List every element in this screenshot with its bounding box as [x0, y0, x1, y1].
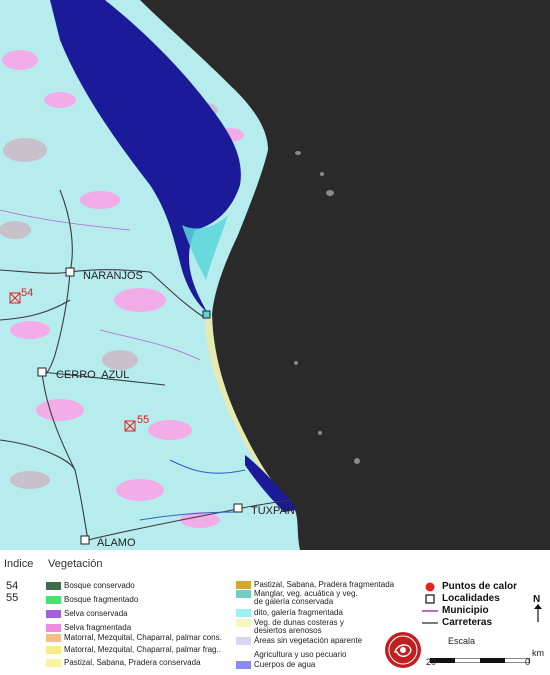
swatch — [236, 590, 251, 598]
vegetation-map[interactable]: 54 55 NARANJOS CERRO AZUL TUXPAN ALAMO — [0, 0, 550, 550]
map-legend: Indice Vegetación 54 55 Bosque conservad… — [0, 550, 550, 670]
swatch — [236, 661, 251, 669]
legend-matorral-fragmentado: Matorral, Mezquital, Chaparral, palmar f… — [46, 646, 221, 654]
legend-indice-header: Indice — [4, 558, 34, 570]
legend-vegetacion-header: Vegetación — [48, 558, 103, 570]
legend-selva-fragmentada: Selva fragmentada — [46, 624, 131, 632]
scale-right-label: 0 — [525, 657, 531, 667]
square-icon — [422, 593, 438, 604]
svg-text:N: N — [533, 594, 540, 605]
swatch — [236, 651, 251, 659]
hotspot-54-label: 54 — [21, 287, 33, 299]
scale-left-label: 20 — [426, 657, 437, 667]
swatch — [46, 582, 61, 590]
legend-dunas-costeras: Veg. de dunas costeras y desiertos areno… — [236, 619, 344, 635]
red-dot-icon — [422, 582, 438, 592]
legend-bosque-fragmentado: Bosque fragmentado — [46, 596, 138, 604]
purple-line-icon — [422, 608, 438, 614]
legend-pastizal-fragmentado: Pastizal, Sabana, Pradera fragmentada — [236, 581, 394, 589]
swatch — [46, 596, 61, 604]
town-naranjos-label: NARANJOS — [83, 270, 143, 282]
scale-title: Escala — [448, 636, 476, 646]
legend-selva-conservada: Selva conservada — [46, 610, 128, 618]
swatch — [46, 659, 61, 667]
legend-puntos-de-calor: Puntos de calor — [422, 581, 517, 592]
legend-cuerpos-de-agua: Cuerpos de agua — [236, 661, 315, 669]
town-alamo-label: ALAMO — [97, 537, 136, 549]
swatch — [236, 619, 251, 627]
swatch — [46, 624, 61, 632]
map-canvas: 54 55 NARANJOS CERRO AZUL TUXPAN ALAMO — [0, 0, 550, 550]
north-arrow-icon: N — [531, 592, 545, 624]
town-cerro-azul-label: CERRO AZUL — [56, 369, 129, 381]
swatch — [236, 581, 251, 589]
legend-index-55: 55 — [6, 592, 19, 604]
town-tuxpan-label: TUXPAN — [251, 505, 295, 517]
swatch — [46, 646, 61, 654]
scale-unit-label: km — [532, 648, 544, 658]
legend-bosque-conservado: Bosque conservado — [46, 582, 135, 590]
legend-pastizal-conservado: Pastizal, Sabana, Pradera conservada — [46, 659, 201, 667]
legend-galeria-fragmentada: dito, galería fragmentada — [236, 609, 343, 617]
swatch — [46, 610, 61, 618]
scale-bar — [429, 650, 531, 664]
legend-localidades: Localidades — [422, 593, 500, 604]
swatch — [236, 637, 251, 645]
swatch — [46, 634, 61, 642]
legend-index-54: 54 — [6, 580, 19, 592]
swatch — [236, 609, 251, 617]
coastal-locality-marker — [202, 310, 211, 319]
legend-manglar-conservado: Manglar, veg. acuática y veg. de galería… — [236, 590, 358, 606]
hotspot-55-label: 55 — [137, 414, 149, 426]
legend-agricultura: Agricultura y uso pecuario — [236, 651, 347, 659]
legend-carreteras: Carreteras — [422, 617, 492, 628]
black-line-icon — [422, 620, 438, 626]
legend-sin-vegetacion: Áreas sin vegetación aparente — [236, 637, 362, 645]
institution-seal-icon — [383, 630, 423, 670]
legend-matorral-conservado: Matorral, Mezquital, Chaparral, palmar c… — [46, 634, 222, 642]
legend-municipio: Municipio — [422, 605, 489, 616]
